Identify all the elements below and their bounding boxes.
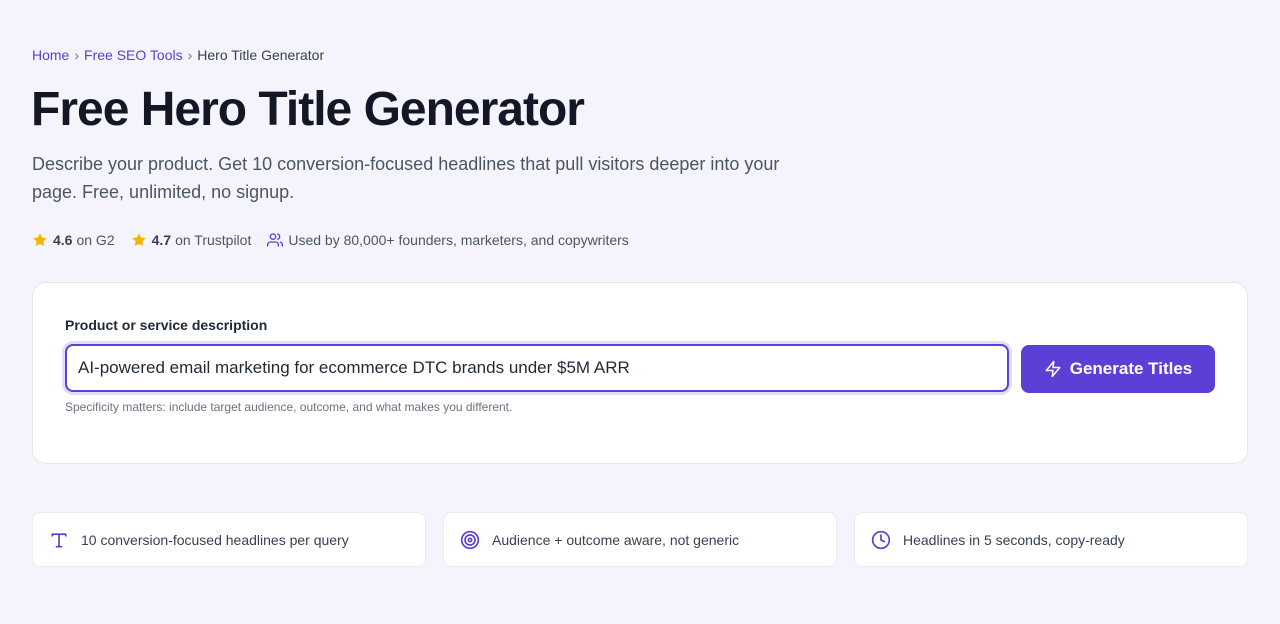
star-icon (131, 233, 146, 247)
description-input-wrapper (65, 344, 1009, 392)
feature-card: 10 conversion-focused headlines per quer… (32, 512, 426, 567)
breadcrumb: Home › Free SEO Tools › Hero Title Gener… (32, 46, 324, 64)
page: Home › Free SEO Tools › Hero Title Gener… (0, 0, 1280, 624)
generator-form-card: Product or service description Generate … (32, 282, 1248, 464)
social-proof-bar: 4.6 on G2 4.7 on Trustpilot Used by 80,0… (32, 230, 629, 250)
breadcrumb-current: Hero Title Generator (197, 47, 325, 63)
description-label: Product or service description (65, 317, 268, 333)
users-icon (267, 233, 284, 247)
rating-trustpilot: 4.7 on Trustpilot (131, 232, 252, 248)
generate-button-label: Generate Titles (1069, 359, 1193, 378)
breadcrumb-separator: › (74, 47, 80, 63)
generate-titles-button[interactable]: Generate Titles (1021, 345, 1215, 393)
lightning-icon (1045, 360, 1061, 378)
target-icon (460, 530, 480, 549)
breadcrumb-tools-link[interactable]: Free SEO Tools (84, 46, 183, 64)
user-count-text: Used by 80,000+ founders, marketers, and… (288, 232, 629, 248)
page-title: Free Hero Title Generator (31, 83, 585, 136)
rating-score: 4.7 (151, 232, 172, 248)
page-subtitle: Describe your product. Get 10 conversion… (32, 154, 780, 202)
feature-card: Audience + outcome aware, not generic (443, 512, 837, 567)
feature-text: Headlines in 5 seconds, copy-ready (903, 531, 1125, 548)
breadcrumb-separator: › (187, 47, 193, 63)
features-row: 10 conversion-focused headlines per quer… (32, 512, 1248, 567)
feature-text: 10 conversion-focused headlines per quer… (81, 531, 349, 548)
rating-g2: 4.6 on G2 (32, 232, 115, 248)
clock-icon (871, 530, 891, 549)
star-icon (33, 233, 47, 247)
rating-source: on G2 (76, 232, 115, 248)
rating-source: on Trustpilot (175, 232, 252, 248)
description-input[interactable] (67, 346, 1007, 390)
user-count: Used by 80,000+ founders, marketers, and… (267, 232, 629, 248)
text-type-icon (51, 532, 67, 547)
rating-score: 4.6 (53, 232, 73, 248)
feature-text: Audience + outcome aware, not generic (492, 531, 740, 548)
feature-card: Headlines in 5 seconds, copy-ready (854, 512, 1248, 567)
description-hint: Specificity matters: include target audi… (65, 400, 513, 414)
breadcrumb-home-link[interactable]: Home (32, 46, 69, 64)
